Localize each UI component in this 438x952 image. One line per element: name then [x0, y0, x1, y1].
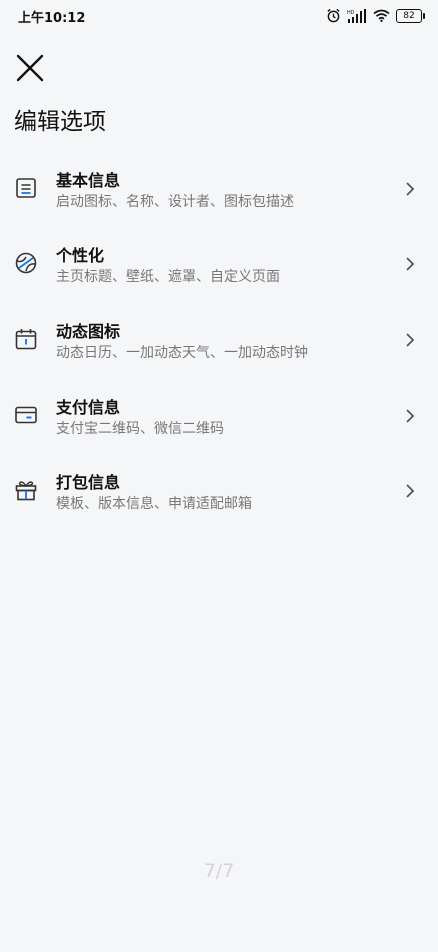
hd-label: HD — [347, 10, 355, 16]
menu-item-basic-info[interactable]: 基本信息 启动图标、名称、设计者、图标包描述 — [0, 161, 438, 231]
menu-item-desc: 主页标题、壁纸、遮罩、自定义页面 — [56, 269, 280, 285]
chevron-right-icon — [406, 182, 415, 196]
status-bar: 上午10:12 HD 82 — [0, 0, 438, 32]
status-time: 上午10:12 — [18, 11, 86, 26]
close-icon[interactable] — [14, 52, 46, 84]
menu-item-label: 打包信息 — [56, 473, 121, 492]
signal-icon: HD — [347, 8, 366, 23]
wifi-icon — [373, 9, 390, 22]
calendar-icon — [15, 329, 37, 350]
page-title: 编辑选项 — [14, 109, 106, 135]
menu-item-label: 个性化 — [56, 246, 105, 265]
menu-item-label: 动态图标 — [56, 322, 121, 341]
alarm-icon — [327, 8, 340, 23]
chevron-right-icon — [406, 484, 415, 498]
gift-icon — [15, 481, 37, 501]
palette-icon — [15, 252, 37, 274]
menu-item-desc: 动态日历、一加动态天气、一加动态时钟 — [56, 345, 308, 361]
menu-item-payment-info[interactable]: 支付信息 支付宝二维码、微信二维码 — [0, 388, 438, 458]
menu-item-personalize[interactable]: 个性化 主页标题、壁纸、遮罩、自定义页面 — [0, 236, 438, 306]
status-icons: HD 82 — [326, 8, 425, 23]
card-icon — [15, 406, 37, 424]
info-card-icon — [16, 178, 36, 198]
chevron-right-icon — [406, 333, 415, 347]
menu-item-desc: 启动图标、名称、设计者、图标包描述 — [56, 194, 294, 210]
chevron-right-icon — [406, 409, 415, 423]
menu-item-desc: 模板、版本信息、申请适配邮箱 — [56, 496, 252, 512]
battery-indicator: 82 — [396, 8, 425, 23]
menu-item-desc: 支付宝二维码、微信二维码 — [56, 421, 224, 437]
menu-item-label: 支付信息 — [56, 398, 121, 417]
page-indicator: 7/7 — [203, 860, 235, 882]
menu-item-dynamic-icons[interactable]: 动态图标 动态日历、一加动态天气、一加动态时钟 — [0, 312, 438, 382]
menu-item-label: 基本信息 — [56, 171, 121, 190]
menu-item-package-info[interactable]: 打包信息 模板、版本信息、申请适配邮箱 — [0, 463, 438, 533]
chevron-right-icon — [406, 257, 415, 271]
